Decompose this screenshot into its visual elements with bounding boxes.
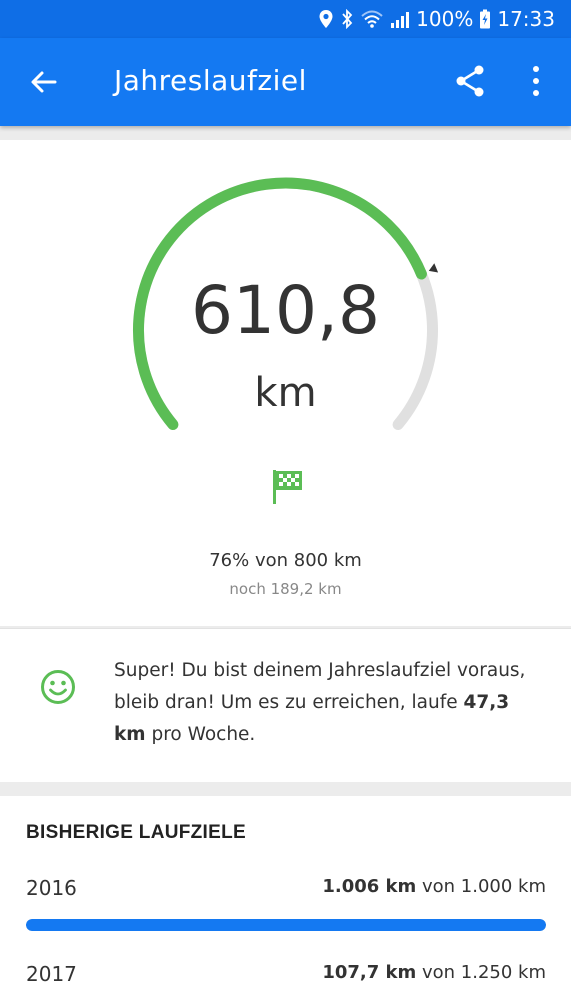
previous-goals-title: BISHERIGE LAUFZIELE xyxy=(26,822,246,843)
page-title: Jahreslaufziel xyxy=(114,64,307,97)
goal-year: 2017 xyxy=(26,962,77,986)
goal-done: 1.006 km xyxy=(322,876,417,897)
app-bar: Jahreslaufziel xyxy=(0,38,571,126)
message-text-2: pro Woche. xyxy=(145,724,256,745)
goal-done: 107,7 km xyxy=(322,962,417,983)
goal-values: 107,7 km von 1.250 km xyxy=(322,962,546,983)
battery-charging-icon xyxy=(480,9,491,29)
goal-progress-bar xyxy=(26,919,546,931)
goal-row-2017[interactable]: 2017 107,7 km von 1.250 km xyxy=(26,962,546,992)
goal-progress-fill xyxy=(26,919,546,931)
status-icons: 100% 17:33 xyxy=(318,6,555,32)
location-icon xyxy=(319,10,333,28)
share-icon[interactable] xyxy=(454,64,486,98)
battery-percent: 100% xyxy=(416,7,474,31)
goal-target: von 1.250 km xyxy=(416,962,546,983)
goal-row-2016[interactable]: 2016 1.006 km von 1.000 km xyxy=(26,876,546,906)
goal-card: 610,8 km 76% von 800 km noch 189,2 km xyxy=(0,140,571,626)
wifi-icon xyxy=(361,10,383,28)
bluetooth-icon xyxy=(342,9,353,29)
remaining-distance: noch 189,2 km xyxy=(229,580,342,598)
distance-unit: km xyxy=(254,370,317,416)
status-bar: 100% 17:33 xyxy=(0,0,571,38)
motivation-card: Super! Du bist deinem Jahreslaufziel vor… xyxy=(0,628,571,782)
goal-values: 1.006 km von 1.000 km xyxy=(322,876,546,897)
motivation-message: Super! Du bist deinem Jahreslaufziel vor… xyxy=(114,655,534,751)
signal-icon xyxy=(391,12,410,28)
clock: 17:33 xyxy=(497,7,555,31)
more-vert-icon[interactable] xyxy=(526,64,546,98)
distance-value: 610,8 xyxy=(191,272,380,349)
goal-year: 2016 xyxy=(26,876,77,900)
progress-percentage: 76% von 800 km xyxy=(209,550,362,571)
back-arrow-icon[interactable] xyxy=(28,66,60,98)
finish-flag-icon xyxy=(273,470,302,504)
previous-goals-card: BISHERIGE LAUFZIELE 2016 1.006 km von 1.… xyxy=(0,796,571,999)
goal-target: von 1.000 km xyxy=(416,876,546,897)
smiley-icon xyxy=(41,670,75,704)
